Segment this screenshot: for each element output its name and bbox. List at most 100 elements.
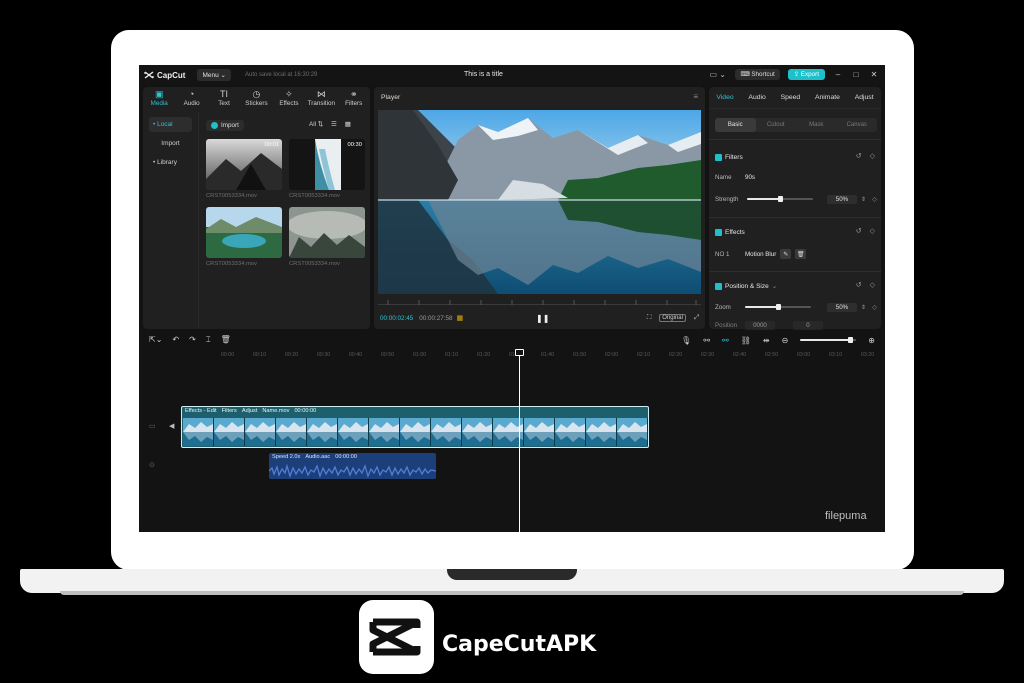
position-row: Position 0000 0 <box>715 319 877 331</box>
zoom-slider[interactable] <box>745 304 811 310</box>
filters-tools: ↺ ◇ <box>856 152 875 160</box>
delete-icon[interactable]: 🗑 <box>221 335 231 345</box>
tab-effects[interactable]: ✧ Effects <box>273 87 305 109</box>
filters-checkbox[interactable] <box>715 153 722 161</box>
keyframe-icon[interactable]: ◇ <box>872 196 877 203</box>
media-item[interactable]: 00:01 <box>206 139 282 190</box>
title-bar-actions: ▭ ⌄ ⌨ Shortcut ⇪ Export – □ ✕ <box>709 68 879 80</box>
grid-view-icon[interactable]: ▦ <box>345 121 351 128</box>
redo-icon[interactable]: ↷ <box>189 335 196 345</box>
microphone-icon[interactable]: 🎙 <box>681 336 691 345</box>
timeline-scrubber[interactable] <box>378 299 701 305</box>
keyframe-icon[interactable]: ◇ <box>870 281 875 289</box>
export-button[interactable]: ⇪ Export <box>787 68 825 80</box>
layout-icon[interactable]: ▭ ⌄ <box>709 68 727 80</box>
video-clip[interactable]: Effects - Edit Filters Adjust Name.mov 0… <box>181 406 649 448</box>
clip-adjust-label: Adjust <box>241 408 258 414</box>
list-view-icon[interactable]: ☰ <box>331 121 337 128</box>
position-y-value[interactable]: 0 <box>793 320 823 330</box>
ruler-tick: 00:20 <box>285 352 298 358</box>
sidebar-item-local[interactable]: • Local <box>149 117 192 132</box>
keyframe-icon[interactable]: ◇ <box>870 152 875 160</box>
audio-clip[interactable]: Speed 2.0x Audio.aac 00:00:00 <box>269 453 436 479</box>
snapshot-icon[interactable]: ⛶ <box>647 314 651 322</box>
timeline-ruler[interactable]: 00:00 00:10 00:20 00:30 00:40 00:50 01:0… <box>179 352 883 360</box>
close-icon[interactable]: ✕ <box>869 70 879 79</box>
text-icon: TI <box>220 89 229 99</box>
document-title[interactable]: This is a title <box>464 71 503 78</box>
zoom-label: Zoom <box>715 303 731 311</box>
subtab-canvas[interactable]: Canvas <box>837 118 878 132</box>
reset-icon[interactable]: ↺ <box>856 152 862 160</box>
audio-track-icon[interactable]: ⊙ <box>149 461 155 469</box>
keyframe-icon[interactable]: ◇ <box>872 304 877 311</box>
subtab-basic[interactable]: Basic <box>715 118 756 132</box>
media-item[interactable] <box>206 207 282 258</box>
tab-audio-props[interactable]: Audio <box>748 94 765 101</box>
media-item[interactable] <box>289 207 365 258</box>
timeline-zoom-slider[interactable] <box>800 337 857 343</box>
tab-media[interactable]: ▣ Media <box>143 87 175 109</box>
tab-adjust[interactable]: Adjust <box>855 94 874 101</box>
ratio-original-button[interactable]: Original <box>659 314 686 322</box>
minimize-icon[interactable]: – <box>833 70 843 79</box>
edit-icon[interactable]: ✎ <box>780 249 792 259</box>
subtab-mask[interactable]: Mask <box>796 118 837 132</box>
media-item[interactable]: 00:30 <box>289 139 365 190</box>
timeline-zoom-knob[interactable] <box>848 337 854 343</box>
tab-text[interactable]: TI Text <box>208 87 240 109</box>
hamburger-icon[interactable]: ≡ <box>693 92 698 101</box>
tab-transition[interactable]: ⋈ Transition <box>305 87 337 109</box>
menu-button[interactable]: Menu ⌄ <box>197 69 231 81</box>
stepper-icon[interactable]: ⇕ <box>861 304 866 311</box>
video-preview[interactable] <box>378 110 701 294</box>
reset-icon[interactable]: ↺ <box>856 281 862 289</box>
playhead-handle[interactable] <box>515 349 524 356</box>
audio-speed-label: Speed 2.0x <box>272 454 301 460</box>
pause-button[interactable]: ❚❚ <box>536 314 549 323</box>
strength-slider-knob[interactable] <box>778 196 783 202</box>
trash-icon[interactable]: 🗑 <box>795 249 807 259</box>
link-icon[interactable]: ⚯ <box>703 336 710 345</box>
zoom-out-icon[interactable]: ⊖ <box>782 336 789 345</box>
tab-audio[interactable]: ◔ Audio <box>175 87 207 109</box>
effects-checkbox[interactable] <box>715 228 722 236</box>
shortcut-button[interactable]: ⌨ Shortcut <box>735 68 780 80</box>
zoom-value[interactable]: 50% <box>827 302 857 312</box>
chain-icon[interactable]: ⛓ <box>741 336 751 345</box>
zoom-slider-fill <box>745 306 778 308</box>
sidebar-item-library[interactable]: • Library <box>149 155 192 170</box>
track-mute-icon[interactable]: ◀ <box>169 422 174 430</box>
chevron-down-icon[interactable]: ⌄ <box>772 282 777 290</box>
subtab-cutout[interactable]: Cutout <box>756 118 797 132</box>
keyframe-icon[interactable]: ◇ <box>870 227 875 235</box>
track-lock-icon[interactable]: ▭ <box>149 422 156 430</box>
import-button[interactable]: Import <box>206 120 244 131</box>
zoom-slider-knob[interactable] <box>776 304 781 310</box>
strength-row: Strength 50% ⇕ ◇ <box>715 193 877 205</box>
undo-icon[interactable]: ↶ <box>172 335 179 345</box>
tab-stickers[interactable]: ◷ Stickers <box>240 87 272 109</box>
magnet-icon[interactable]: ⚯ <box>722 336 729 345</box>
tab-speed[interactable]: Speed <box>781 94 801 101</box>
grid-icon[interactable]: ▦ <box>457 314 464 322</box>
split-icon[interactable]: ⌶ <box>206 335 211 345</box>
position-size-checkbox[interactable] <box>715 282 722 290</box>
playhead[interactable] <box>519 351 520 532</box>
reset-icon[interactable]: ↺ <box>856 227 862 235</box>
zoom-in-icon[interactable]: ⊕ <box>868 336 875 345</box>
filter-all-dropdown[interactable]: All ⇅ <box>309 121 323 128</box>
tab-filters[interactable]: ⚭ Filters <box>338 87 370 109</box>
sidebar-item-import[interactable]: Import <box>149 136 192 151</box>
stepper-icon[interactable]: ⇕ <box>861 196 866 203</box>
maximize-icon[interactable]: □ <box>851 70 861 79</box>
tab-animate[interactable]: Animate <box>815 94 840 101</box>
fullscreen-icon[interactable]: ⤢ <box>694 314 699 322</box>
select-tool-icon[interactable]: ⇱⌄ <box>149 335 162 345</box>
tab-video[interactable]: Video <box>716 94 733 101</box>
strength-value[interactable]: 50% <box>827 194 857 204</box>
position-x-value[interactable]: 0000 <box>745 320 775 330</box>
align-icon[interactable]: ⇹ <box>763 336 770 345</box>
strength-slider[interactable] <box>747 196 813 202</box>
capcut-window: CapCut Menu ⌄ Auto save local at 16:30:2… <box>139 65 885 532</box>
